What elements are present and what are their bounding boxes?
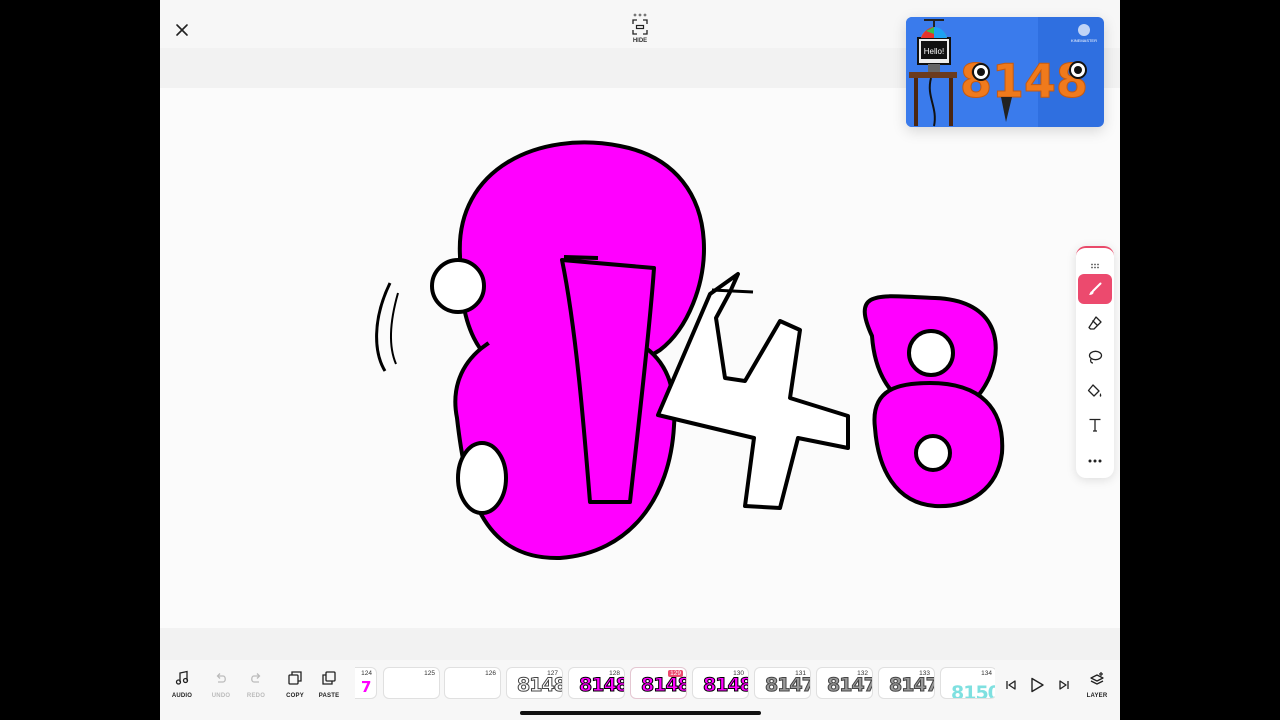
frame-timeline[interactable]: 124 7 125 126 127 8148 128 8148 129 8148…	[355, 667, 995, 701]
frame-thumbnail[interactable]: 128 8148	[568, 667, 625, 699]
frame-thumbnail[interactable]: 125	[383, 667, 440, 699]
frame-art: 8148	[579, 674, 625, 697]
redo-label: REDO	[246, 693, 266, 699]
frame-thumbnail[interactable]: 130 8148	[692, 667, 749, 699]
undo-icon	[216, 673, 226, 683]
watermark-text: KINEMASTER	[1071, 38, 1097, 43]
digit-8-right	[862, 294, 1005, 509]
frame-thumbnail[interactable]: 126	[444, 667, 501, 699]
digit-8-left	[375, 140, 706, 561]
eraser-tool-button[interactable]	[1078, 308, 1112, 338]
brush-icon	[1089, 282, 1102, 295]
redo-button[interactable]: REDO	[241, 670, 271, 704]
frame-art: 8148	[641, 674, 687, 697]
tool-palette	[1076, 246, 1114, 478]
undo-button[interactable]: UNDO	[206, 670, 236, 704]
copy-button[interactable]: COPY	[280, 670, 310, 704]
flipaclip-editor: HIDE Hello! 8148 KINEMASTER AUDIO UNDO R…	[160, 0, 1120, 720]
palette-grip-icon[interactable]	[1090, 256, 1100, 274]
frame-thumbnail[interactable]: 124 7	[355, 667, 377, 699]
paste-label: PASTE	[318, 693, 340, 699]
frame-number: 134	[981, 670, 992, 677]
frame-thumbnail[interactable]: 133 8147	[878, 667, 935, 699]
undo-label: UNDO	[211, 693, 231, 699]
fill-icon	[1087, 384, 1102, 397]
frame-art: 7	[361, 678, 371, 696]
close-icon[interactable]	[172, 20, 192, 40]
preview-number: 8148	[960, 54, 1088, 108]
skip-back-icon	[1006, 680, 1016, 690]
skip-forward-icon	[1059, 680, 1069, 690]
copy-icon	[288, 671, 302, 685]
paste-button[interactable]: PASTE	[314, 670, 344, 704]
frame-thumbnail[interactable]: 131 8147	[754, 667, 811, 699]
frame-art: 8147	[765, 674, 811, 697]
frame-art: 8150	[951, 682, 995, 699]
home-indicator	[520, 711, 761, 715]
frame-art: 8147	[889, 674, 935, 697]
frame-thumbnail[interactable]: 132 8147	[816, 667, 873, 699]
frame-art: 8148	[517, 674, 563, 697]
audio-label: AUDIO	[171, 693, 193, 699]
paste-icon	[322, 671, 336, 685]
fill-tool-button[interactable]	[1078, 376, 1112, 406]
more-icon	[1088, 459, 1102, 463]
drag-handle-icon[interactable]	[632, 5, 648, 17]
frame-art: 8147	[827, 674, 873, 697]
preview-speech: Hello!	[924, 47, 944, 56]
frame-number: 125	[424, 670, 435, 677]
lasso-tool-button[interactable]	[1078, 342, 1112, 372]
music-note-icon	[175, 670, 189, 685]
lasso-icon	[1088, 350, 1103, 364]
canvas-bottom-margin	[160, 628, 1120, 660]
frame-artwork[interactable]	[160, 88, 1120, 628]
frame-number: 124	[361, 670, 372, 677]
eraser-icon	[1088, 316, 1102, 330]
frame-thumbnail[interactable]: 127 8148	[506, 667, 563, 699]
hide-label: HIDE	[632, 38, 648, 44]
text-tool-button[interactable]	[1078, 410, 1112, 440]
frame-thumbnail[interactable]: 134 8150	[940, 667, 995, 699]
reference-video-preview[interactable]: Hello! 8148 KINEMASTER	[906, 17, 1104, 127]
play-icon	[1031, 677, 1044, 693]
text-icon	[1089, 418, 1101, 432]
frame-art: 8148	[703, 674, 749, 697]
hide-button[interactable]: HIDE	[626, 18, 654, 46]
copy-label: COPY	[286, 693, 304, 699]
frame-number: 126	[485, 670, 496, 677]
audio-button[interactable]: AUDIO	[167, 670, 197, 704]
next-frame-button[interactable]	[1049, 670, 1079, 704]
layer-label: LAYER	[1086, 693, 1108, 699]
layers-icon	[1090, 672, 1104, 685]
more-tools-button[interactable]	[1078, 446, 1112, 476]
redo-icon	[251, 673, 261, 683]
layer-button[interactable]: LAYER	[1082, 670, 1112, 704]
hide-icon	[632, 19, 648, 35]
frame-thumbnail-current[interactable]: 129 8148	[630, 667, 687, 699]
play-button[interactable]	[1022, 670, 1052, 704]
brush-tool-button[interactable]	[1078, 274, 1112, 304]
